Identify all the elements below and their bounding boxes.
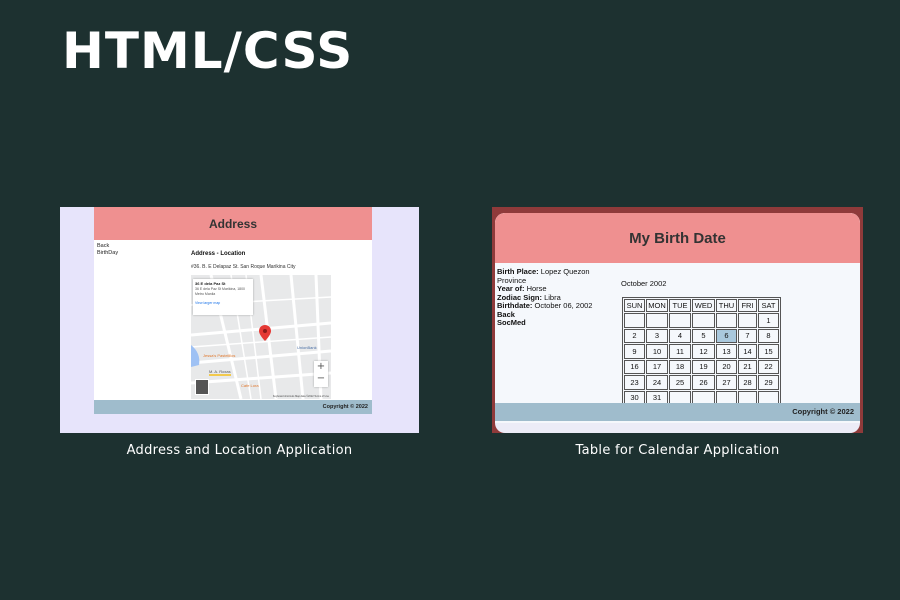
birthdate-label: Birthdate:: [497, 301, 533, 310]
calendar-day-cell: 3: [646, 328, 668, 343]
calendar-page: My Birth Date Birth Place: Lopez Quezon …: [495, 213, 860, 423]
day-header: THU: [716, 299, 737, 312]
address-section-title: Address - Location: [191, 251, 246, 257]
calendar-day-cell: 2: [624, 328, 645, 343]
calendar-day-cell: [669, 313, 691, 328]
calendar-week-row: 2345678: [624, 328, 779, 343]
calendar-day-cell: 14: [738, 344, 757, 359]
map-info-title: 36 E dela Paz St: [195, 281, 226, 286]
map-poi-label: M. A. Roxas: [209, 369, 231, 374]
map-pin-icon[interactable]: [259, 325, 271, 341]
calendar-week-row: 16 17 18 19 20 21 22: [624, 359, 779, 374]
project-card-address[interactable]: Address Back BirthDay Address - Location…: [60, 207, 419, 433]
calendar-month: October 2002: [621, 279, 667, 288]
calendar-day-cell: 22: [758, 359, 779, 374]
page-title: HTML/CSS: [62, 22, 354, 80]
map-poi-label: Cafe Lora: [241, 383, 259, 388]
address-header-title: Address: [208, 216, 258, 231]
calendar-day-cell: 9: [624, 344, 645, 359]
map-poi-label: UnionBank: [297, 345, 317, 350]
calendar-day-cell: 5: [692, 328, 715, 343]
zoom-out-button[interactable]: −: [314, 373, 328, 385]
calendar-day-cell: 13: [716, 344, 737, 359]
calendar-day-cell: 28: [738, 375, 757, 390]
birth-info: Birth Place: Lopez Quezon Province Year …: [497, 267, 617, 328]
calendar-day-cell: 12: [692, 344, 715, 359]
map-poi-label: Jessa's Pastelillos: [203, 353, 236, 358]
nav-link-birthday[interactable]: BirthDay: [97, 250, 118, 257]
day-header: TUE: [669, 299, 691, 312]
calendar-day-cell: 4: [669, 328, 691, 343]
address-text: #36. B. E Delapaz St. San Roque Marikina…: [191, 264, 296, 270]
calendar-day-cell: 1: [758, 313, 779, 328]
calendar-body: 1 2 3 4 5 6 7 8 9 10 11 12 13 14 15 16 17 18 19 20 21 22 23 24 2…: [624, 313, 779, 405]
day-header: MON: [646, 299, 668, 312]
map-info-region: Metro Manila: [195, 292, 216, 296]
calendar-day-cell: 10: [646, 344, 668, 359]
calendar-day-cell: 27: [716, 375, 737, 390]
day-header: SAT: [758, 299, 779, 312]
calendar-day-cell: [738, 313, 757, 328]
birthdate-value: October 06, 2002: [532, 301, 593, 310]
calendar-day-cell: 21: [738, 359, 757, 374]
project-card-calendar[interactable]: My Birth Date Birth Place: Lopez Quezon …: [492, 207, 863, 433]
address-header: Address: [94, 207, 372, 240]
zoom-in-button[interactable]: +: [314, 361, 328, 373]
calendar-day-cell: 18: [669, 359, 691, 374]
map-info-box: 36 E dela Paz St 36 E dela Paz St Mariki…: [193, 279, 253, 315]
calendar-day-cell: 7: [738, 328, 757, 343]
calendar-day-cell: 19: [692, 359, 715, 374]
calendar-day-cell: 25: [669, 375, 691, 390]
calendar-day-cell: 6: [716, 328, 737, 343]
address-nav: Back BirthDay: [97, 243, 118, 257]
calendar-day-cell: [624, 313, 645, 328]
day-header: SUN: [624, 299, 645, 312]
calendar-day-cell: 29: [758, 375, 779, 390]
calendar-day-cell: [716, 313, 737, 328]
calendar-day-cell: 17: [646, 359, 668, 374]
calendar-day-cell: 16: [624, 359, 645, 374]
calendar-page-screenshot: My Birth Date Birth Place: Lopez Quezon …: [495, 213, 860, 433]
calendar-day-header-row: SUN MON TUE WED THU FRI SAT: [624, 299, 779, 312]
calendar-week-row: 23 24 25 26 27 28 29: [624, 375, 779, 390]
calendar-day-cell: [646, 313, 668, 328]
calendar-day-cell: 26: [692, 375, 715, 390]
calendar-day-cell: 23: [624, 375, 645, 390]
map-info-address: 36 E dela Paz St Marikina, 1800: [195, 287, 246, 291]
calendar-week-row: 9 10 11 12 13 14 15: [624, 344, 779, 359]
embedded-map[interactable]: 36 E dela Paz St 36 E dela Paz St Mariki…: [191, 275, 331, 399]
calendar-footer: Copyright © 2022: [495, 403, 860, 421]
street-view-icon[interactable]: [195, 379, 209, 395]
day-header: FRI: [738, 299, 757, 312]
calendar-week-row: 1: [624, 313, 779, 328]
calendar-header-title: My Birth Date: [629, 229, 726, 247]
map-larger-link[interactable]: View larger map: [195, 301, 251, 305]
nav-link-back[interactable]: Back: [97, 243, 118, 250]
calendar-day-cell: [692, 313, 715, 328]
calendar-day-cell: 24: [646, 375, 668, 390]
calendar-day-cell: 20: [716, 359, 737, 374]
calendar-header: My Birth Date: [495, 213, 860, 263]
map-zoom-control[interactable]: + −: [314, 361, 328, 387]
calendar-day-cell: 8: [758, 328, 779, 343]
address-footer: Copyright © 2022: [94, 400, 372, 414]
nav-link-socmed[interactable]: SocMed: [497, 318, 617, 328]
project-caption-calendar: Table for Calendar Application: [575, 443, 780, 458]
day-header: WED: [692, 299, 715, 312]
calendar-day-cell: 15: [758, 344, 779, 359]
address-page-screenshot: Address Back BirthDay Address - Location…: [94, 207, 372, 414]
calendar-table: SUN MON TUE WED THU FRI SAT 1 2 3 4 5 6 7 8 9 10 1…: [622, 297, 781, 407]
calendar-day-cell: 11: [669, 344, 691, 359]
map-attribution: Keyboard shortcuts Map data ©2022 Terms …: [272, 395, 329, 398]
project-caption-address: Address and Location Application: [126, 443, 353, 458]
